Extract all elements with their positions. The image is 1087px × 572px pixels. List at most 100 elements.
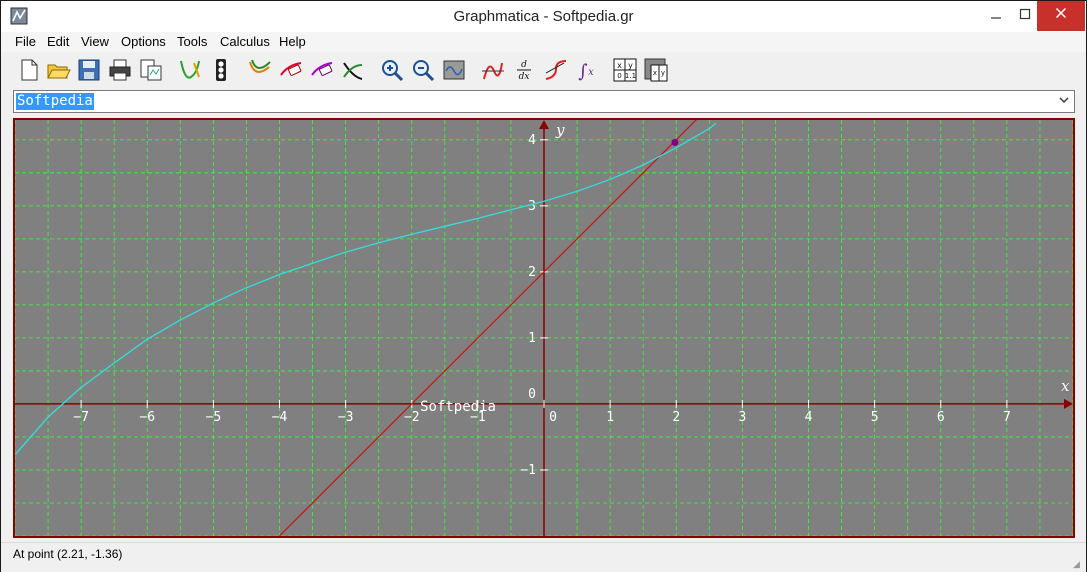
svg-text:x: x	[653, 69, 657, 77]
status-bar: At point (2.21, -1.36) ◢	[1, 542, 1086, 572]
close-button[interactable]	[1037, 1, 1085, 31]
chevron-down-icon	[1059, 97, 1069, 103]
print-button[interactable]	[107, 57, 133, 83]
x-axis-arrow	[1064, 398, 1073, 409]
y-tick-label: 2	[528, 265, 536, 280]
y-tick-label: 4	[528, 133, 536, 148]
menu-file[interactable]: File	[15, 34, 36, 49]
x-tick-label: 5	[871, 410, 879, 425]
minimize-icon	[991, 17, 1001, 19]
y-tick-label: 3	[528, 199, 536, 214]
resize-grip-icon[interactable]: ◢	[1073, 559, 1083, 569]
menu-bar: File Edit View Options Tools Calculus He…	[1, 32, 1086, 52]
graph-canvas[interactable]: −7 −6 −5 −4 −3 −2 −1 0 1 2 3 4 5 6 743210−1 x y Softpe…	[15, 120, 1073, 536]
x-tick-label: 1	[606, 410, 614, 425]
save-button[interactable]	[76, 57, 102, 83]
x-tick-label: −4	[272, 410, 288, 425]
derivative-icon: d dx	[517, 60, 531, 82]
zoom-in-icon	[382, 60, 404, 82]
save-disk-icon	[78, 59, 100, 81]
table-view-button[interactable]	[340, 57, 366, 83]
svg-text:d: d	[521, 60, 527, 70]
equation-dropdown-arrow[interactable]	[1058, 94, 1070, 110]
y-tick-label: 0	[528, 387, 536, 402]
data-plot-button[interactable]: xy	[643, 57, 669, 83]
zoom-fit-button[interactable]	[441, 57, 467, 83]
zoom-out-icon	[413, 60, 435, 82]
erase-all-button[interactable]	[309, 57, 335, 83]
svg-text:dx: dx	[519, 72, 530, 82]
inflection-icon	[545, 60, 567, 80]
x-axis-label: x	[1061, 377, 1070, 395]
watermark-text: Softpedia	[420, 399, 496, 415]
graph-area[interactable]: −7 −6 −5 −4 −3 −2 −1 0 1 2 3 4 5 6 7 4 3 2 1 0 −1 x y Softpe…	[13, 118, 1075, 538]
menu-tools[interactable]: Tools	[177, 34, 207, 49]
equation-input[interactable]: Softpedia	[16, 93, 94, 110]
x-tick-label: −6	[139, 410, 155, 425]
inflection-button[interactable]	[542, 57, 568, 83]
eraser-icon	[280, 62, 302, 76]
svg-text:∫: ∫	[578, 61, 588, 82]
x-tick-label: 7	[1003, 410, 1011, 425]
zoom-in-button[interactable]	[379, 57, 405, 83]
toolbar: d dx ∫ x x y 0 1.1 xy	[1, 52, 1086, 88]
tangent-icon	[482, 62, 504, 80]
printer-icon	[109, 59, 131, 81]
x-tick-label: 2	[672, 410, 680, 425]
crossing-curves-icon	[343, 62, 363, 80]
svg-text:1.1: 1.1	[625, 72, 636, 80]
intersection-point[interactable]	[671, 138, 679, 146]
erase-graph-button[interactable]	[278, 57, 304, 83]
new-document-icon	[21, 59, 38, 81]
app-window: Graphmatica - Softpedia.gr File Edit Vie…	[0, 0, 1087, 572]
menu-options[interactable]: Options	[121, 34, 166, 49]
svg-text:x: x	[617, 61, 622, 70]
print-preview-icon	[140, 59, 162, 81]
x-tick-label: 0	[549, 410, 557, 425]
y-tick-label: 1	[528, 331, 536, 346]
integral-button[interactable]: ∫ x	[573, 57, 599, 83]
x-tick-label: 3	[738, 410, 746, 425]
title-bar[interactable]: Graphmatica - Softpedia.gr	[1, 1, 1086, 32]
close-icon	[1055, 7, 1067, 19]
y-axis-label: y	[555, 121, 565, 139]
status-coordinates: At point (2.21, -1.36)	[13, 547, 123, 561]
graph-button[interactable]	[177, 57, 203, 83]
zoom-out-button[interactable]	[410, 57, 436, 83]
linear-function-line[interactable]	[279, 120, 716, 536]
x-tick-label: 6	[937, 410, 945, 425]
menu-view[interactable]: View	[81, 34, 109, 49]
graph-curve-icon	[180, 60, 200, 79]
integral-icon: ∫ x	[578, 61, 594, 82]
x-tick-label: −3	[338, 410, 354, 425]
menu-calculus[interactable]: Calculus	[220, 34, 270, 49]
x-tick-label: −2	[404, 410, 420, 425]
menu-edit[interactable]: Edit	[47, 34, 69, 49]
menu-help[interactable]: Help	[279, 34, 306, 49]
svg-text:y: y	[661, 69, 665, 77]
open-button[interactable]	[45, 57, 71, 83]
window-title: Graphmatica - Softpedia.gr	[453, 8, 634, 25]
animate-button[interactable]	[208, 57, 234, 83]
print-preview-button[interactable]	[138, 57, 164, 83]
y-tick-label: −1	[520, 463, 536, 478]
table-button[interactable]: x y 0 1.1	[612, 57, 638, 83]
redraw-curves-icon	[249, 59, 271, 73]
tangent-button[interactable]	[480, 57, 506, 83]
maximize-icon	[1019, 8, 1031, 20]
eraser-all-icon	[311, 62, 333, 76]
new-button[interactable]	[16, 57, 42, 83]
x-tick-label: −7	[73, 410, 89, 425]
svg-text:y: y	[628, 61, 633, 70]
equation-combobox[interactable]: Softpedia	[13, 90, 1075, 113]
traffic-light-icon	[216, 59, 226, 81]
svg-text:0: 0	[617, 72, 621, 80]
derivative-button[interactable]: d dx	[511, 57, 537, 83]
zoom-fit-icon	[443, 60, 465, 80]
y-axis-arrow	[539, 120, 549, 129]
redraw-button[interactable]	[247, 57, 273, 83]
tick-labels: −7 −6 −5 −4 −3 −2 −1 0 1 2 3 4 5 6 743210−1	[73, 133, 1010, 478]
axes	[15, 120, 1073, 536]
data-plot-icon: xy	[644, 58, 668, 82]
xy-table-icon: x y0 1.1	[613, 58, 637, 82]
